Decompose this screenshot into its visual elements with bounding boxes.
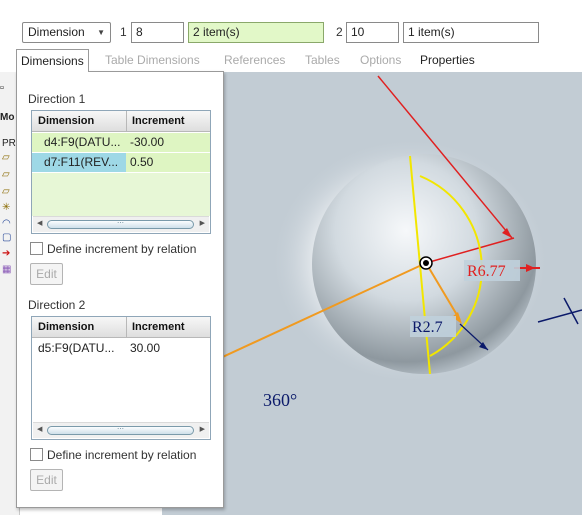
horizontal-scrollbar[interactable]: ◀ ⋯ ▶ [33,216,209,232]
datum-plane-icon: ▱ [2,186,10,197]
horizontal-scrollbar[interactable]: ◀ ⋯ ▶ [33,422,209,438]
radius-small-dimension[interactable]: R2.7 [412,319,443,336]
datum-plane-icon: ▱ [2,169,10,180]
dimension-cell: d7:F11(REV... [32,153,126,172]
scroll-right-icon[interactable]: ▶ [200,425,205,433]
direction1-number: 1 [120,25,127,39]
pattern-type-value: Dimension [28,25,85,39]
tree-collapse-icon[interactable]: ▫ [0,82,4,94]
column-separator [126,317,127,338]
scroll-right-icon[interactable]: ▶ [200,219,205,227]
column-header-dimension: Dimension [38,321,95,333]
table-row[interactable]: d5:F9(DATU... 30.00 [32,339,210,358]
direction1-references-collector[interactable]: 2 item(s) [188,22,324,43]
table-header: Dimension Increment [32,317,210,338]
table-row[interactable]: d4:F9(DATU... -30.00 [32,133,210,152]
pattern-type-dropdown[interactable]: Dimension ▼ [22,22,111,43]
table-header: Dimension Increment [32,111,210,132]
coordinate-system-icon: ✳ [2,202,11,213]
direction2-number: 2 [336,25,343,39]
tab-options[interactable]: Options [360,52,401,69]
increment-cell[interactable]: -30.00 [127,133,210,152]
column-header-increment: Increment [132,321,185,333]
direction1-count-input[interactable]: 8 [131,22,184,43]
increment-cell[interactable]: 0.50 [127,153,210,172]
dimension-cell: d4:F9(DATU... [44,135,121,149]
angle-dimension[interactable]: 360° [263,390,297,410]
tab-dimensions[interactable]: Dimensions [16,49,89,72]
column-separator [126,111,127,132]
direction1-title: Direction 1 [28,92,86,106]
pattern-feature-icon: ▦ [2,264,12,275]
radius-large-dimension[interactable]: R6.77 [467,263,506,280]
direction2-count-input[interactable]: 10 [346,22,399,43]
tab-properties[interactable]: Properties [420,52,475,69]
tree-header-text: Mo [0,112,15,123]
direction1-table: Dimension Increment d4:F9(DATU... -30.00… [31,110,211,234]
direction2-table: Dimension Increment d5:F9(DATU... 30.00 … [31,316,211,440]
edit-button[interactable]: Edit [30,469,63,491]
direction2-title: Direction 2 [28,298,86,312]
define-increment-label: Define increment by relation [47,242,197,256]
table-row[interactable]: d7:F11(REV... 0.50 [32,153,210,172]
chevron-down-icon: ▼ [97,28,105,37]
pattern-toolbar: Dimension ▼ 1 8 2 item(s) 2 10 1 item(s) [0,0,582,48]
increment-cell[interactable]: 30.00 [127,339,210,358]
table-empty-area [32,173,210,216]
center-point-dot [423,260,429,266]
scrollbar-thumb[interactable]: ⋯ [47,220,194,229]
column-header-increment: Increment [132,115,185,127]
direction2-references-collector[interactable]: 1 item(s) [403,22,539,43]
tab-table-dimensions[interactable]: Table Dimensions [105,52,200,69]
scroll-left-icon[interactable]: ◀ [37,425,42,433]
model-canvas: R6.77 R2.7 360° [162,75,582,410]
extrude-feature-icon: ▢ [2,232,12,243]
revolve-feature-icon: ◠ [2,218,11,229]
dimension-cell: d5:F9(DATU... [38,341,115,355]
tree-root-text: PR [2,138,16,149]
define-increment-checkbox[interactable] [30,448,43,461]
tab-references[interactable]: References [224,52,285,69]
dashboard-tabs: Dimensions Table Dimensions References T… [0,48,582,72]
insert-here-icon: ➔ [2,248,11,259]
scrollbar-thumb[interactable]: ⋯ [47,426,194,435]
scroll-left-icon[interactable]: ◀ [37,219,42,227]
define-increment-label: Define increment by relation [47,448,197,462]
define-increment-checkbox[interactable] [30,242,43,255]
graphics-viewport[interactable]: R6.77 R2.7 360° [162,72,582,515]
datum-plane-icon: ▱ [2,152,10,163]
column-header-dimension: Dimension [38,115,95,127]
edit-button[interactable]: Edit [30,263,63,285]
dimensions-panel: Direction 1 Dimension Increment d4:F9(DA… [16,71,224,508]
tab-tables[interactable]: Tables [305,52,340,69]
